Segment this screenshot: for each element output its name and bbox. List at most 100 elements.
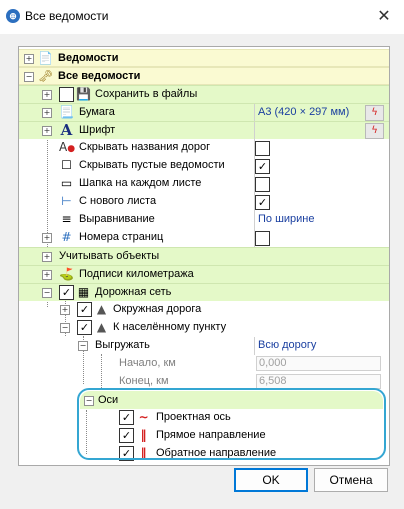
to-place-checkbox[interactable]: ✓	[77, 320, 92, 335]
row-label: Все ведомости	[58, 70, 141, 82]
close-button[interactable]: ✕	[372, 5, 396, 29]
paper-value[interactable]: А3 (420 × 297 мм)	[258, 106, 349, 118]
road-grid-icon: ▦	[77, 285, 90, 299]
new-sheet-checkbox[interactable]: ✓	[255, 195, 270, 210]
tree-row-align[interactable]: ≡ Выравнивание По ширине	[19, 211, 389, 229]
tree-row-ring-road[interactable]: + ✓ ▲ Окружная дорога	[19, 301, 389, 319]
tree-row-km-labels[interactable]: + ⛳ Подписи километража	[19, 265, 389, 283]
collapse-toggle[interactable]: −	[42, 288, 52, 298]
tree-row-page-numbers[interactable]: + # Номера страниц	[19, 229, 389, 247]
start-value: 0,000	[259, 357, 287, 369]
ring-road-checkbox[interactable]: ✓	[77, 302, 92, 317]
design-axis-icon: ∼	[138, 410, 149, 424]
ok-button[interactable]: OK	[234, 468, 308, 492]
window-title: Все ведомости	[25, 9, 109, 23]
end-value: 6,508	[259, 375, 287, 387]
row-label: Скрывать названия дорог	[79, 141, 211, 153]
row-label: Прямое направление	[156, 429, 266, 441]
tree-row-font[interactable]: + A Шрифт ϟ	[19, 121, 389, 140]
row-label: Шапка на каждом листе	[79, 177, 202, 189]
reverse-checkbox[interactable]: ✓	[119, 446, 134, 461]
export-value[interactable]: Всю дорогу	[258, 339, 316, 351]
row-label: Обратное направление	[156, 447, 277, 459]
row-label: Бумага	[79, 106, 115, 118]
row-label: Начало, км	[119, 357, 176, 369]
collapse-toggle[interactable]: −	[84, 396, 94, 406]
expand-toggle[interactable]: +	[42, 270, 52, 280]
row-label: Подписи километража	[79, 268, 194, 280]
row-label: Дорожная сеть	[95, 286, 172, 298]
collapse-toggle[interactable]: −	[60, 323, 70, 333]
tree-row-new-sheet[interactable]: ⊢ С нового листа ✓	[19, 193, 389, 211]
road-icon: ▲	[96, 320, 107, 334]
row-label: Номера страниц	[79, 231, 164, 243]
bolt-button[interactable]: ϟ	[365, 123, 384, 139]
page-numbers-checkbox[interactable]	[255, 231, 270, 246]
row-label: Конец, км	[119, 375, 169, 387]
tree-row-design-axis[interactable]: ✓ ∼ Проектная ось	[84, 409, 384, 427]
sheet-header-icon: ▭	[60, 176, 73, 190]
row-label: Проектная ось	[156, 411, 231, 423]
folder-key-icon: 🗝	[38, 69, 54, 83]
align-value[interactable]: По ширине	[258, 213, 315, 225]
tree-row-objects[interactable]: + Учитывать объекты	[19, 247, 389, 265]
tree-row-export[interactable]: − Выгружать Всю дорогу	[19, 337, 389, 355]
floppy-disk-icon: 💾	[76, 87, 91, 101]
row-label: Выгружать	[95, 339, 150, 351]
row-label: Окружная дорога	[113, 303, 202, 315]
bolt-button[interactable]: ϟ	[365, 105, 384, 121]
expand-toggle[interactable]: +	[42, 108, 52, 118]
tree-row-save-files[interactable]: + 💾 Сохранить в файлы	[19, 85, 389, 103]
expand-toggle[interactable]: +	[24, 54, 34, 64]
row-label: Скрывать пустые ведомости	[79, 159, 225, 171]
tree-row-axes[interactable]: − Оси	[84, 392, 384, 410]
km-sign-icon: ⛳	[59, 267, 74, 281]
row-label: К населённому пункту	[113, 321, 227, 333]
collapse-toggle[interactable]: −	[24, 72, 34, 82]
tree-row-paper[interactable]: + 📃 Бумага А3 (420 × 297 мм) ϟ	[19, 103, 389, 122]
tree-row-reverse[interactable]: ✓ ‖ Обратное направление	[84, 445, 384, 463]
header-each-checkbox[interactable]	[255, 177, 270, 192]
tree-row-hide-empty[interactable]: ☐ Скрывать пустые ведомости ✓	[19, 157, 389, 175]
tree-row-vedomosti[interactable]: + 📄 Ведомости	[19, 49, 389, 67]
align-justify-icon: ≡	[61, 212, 72, 226]
expand-toggle[interactable]: +	[42, 126, 52, 136]
empty-sheet-icon: ☐	[61, 158, 72, 172]
tree-row-header-each[interactable]: ▭ Шапка на каждом листе	[19, 175, 389, 193]
direction-icon: ‖	[140, 428, 147, 442]
tree-row-all[interactable]: − 🗝 Все ведомости	[19, 67, 389, 85]
hide-text-icon: A●	[59, 140, 76, 154]
hide-empty-checkbox[interactable]: ✓	[255, 159, 270, 174]
road-icon: ▲	[96, 302, 107, 316]
tree-row-hide-roads[interactable]: A● Скрывать названия дорог	[19, 139, 389, 157]
road-net-checkbox[interactable]: ✓	[59, 285, 74, 300]
page-number-icon: #	[61, 230, 72, 244]
expand-toggle[interactable]: +	[42, 233, 52, 243]
title-bar: ⊕ Все ведомости ✕	[0, 0, 404, 34]
tree-row-road-net[interactable]: − ✓ ▦ Дорожная сеть	[19, 283, 389, 301]
hide-roads-checkbox[interactable]	[255, 141, 270, 156]
tree-row-start: Начало, км 0,000	[19, 355, 389, 373]
expand-toggle[interactable]: +	[42, 90, 52, 100]
paper-icon: 📃	[59, 105, 74, 119]
tree-row-to-place[interactable]: − ✓ ▲ К населённому пункту	[19, 319, 389, 337]
row-label: Ведомости	[58, 52, 119, 64]
row-label: Выравнивание	[79, 213, 155, 225]
row-label: Учитывать объекты	[59, 250, 160, 262]
expand-toggle[interactable]: +	[42, 252, 52, 262]
collapse-toggle[interactable]: −	[78, 341, 88, 351]
tree-row-forward[interactable]: ✓ ‖ Прямое направление	[84, 427, 384, 445]
row-label: Сохранить в файлы	[95, 88, 198, 100]
cancel-button[interactable]: Отмена	[314, 468, 388, 492]
design-axis-checkbox[interactable]: ✓	[119, 410, 134, 425]
new-sheet-icon: ⊢	[61, 194, 72, 208]
font-icon: A	[60, 121, 73, 139]
forward-checkbox[interactable]: ✓	[119, 428, 134, 443]
direction-icon: ‖	[140, 446, 147, 460]
row-label: Оси	[98, 394, 119, 406]
row-label: С нового листа	[79, 195, 157, 207]
expand-toggle[interactable]: +	[60, 305, 70, 315]
save-files-checkbox[interactable]	[59, 87, 74, 102]
document-icon: 📄	[38, 51, 53, 65]
row-label: Шрифт	[79, 124, 116, 136]
